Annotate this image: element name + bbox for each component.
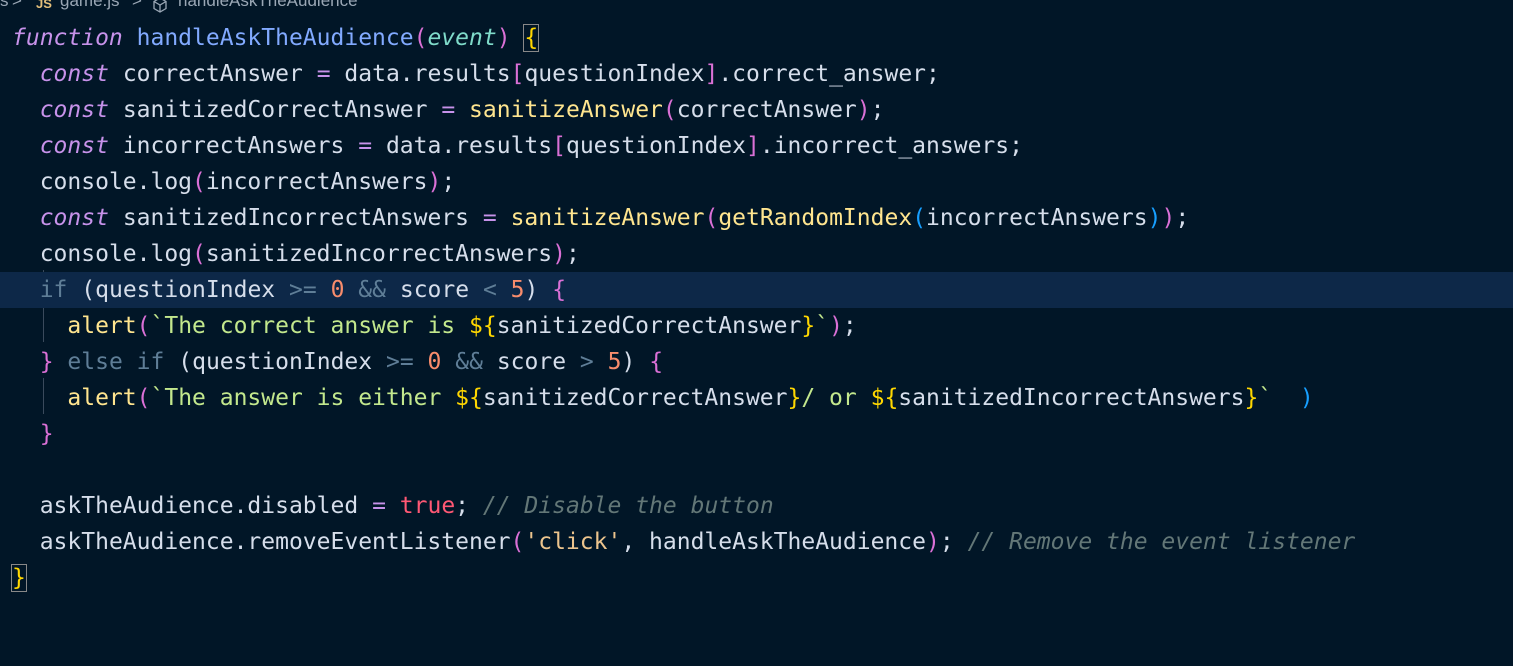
breadcrumb-folder[interactable]: s: [0, 0, 9, 9]
code-line-1[interactable]: function handleAskTheAudience(event) {: [0, 20, 1513, 56]
breadcrumb-symbol[interactable]: handleAskTheAudience: [178, 0, 358, 9]
code-line-15[interactable]: askTheAudience.removeEventListener('clic…: [0, 524, 1513, 560]
code-line-7[interactable]: console.log(sanitizedIncorrectAnswers);: [0, 236, 1513, 272]
matching-brace: {: [523, 24, 540, 52]
code-line-4[interactable]: const incorrectAnswers = data.results[qu…: [0, 128, 1513, 164]
breadcrumb: s > JS game.js > handleAskTheAudience: [0, 0, 1513, 14]
cube-symbol-icon: [152, 0, 168, 13]
code-editor[interactable]: function handleAskTheAudience(event) { c…: [0, 20, 1513, 666]
code-line-12[interactable]: }: [0, 416, 1513, 452]
code-line-10[interactable]: } else if (questionIndex >= 0 && score >…: [0, 344, 1513, 380]
code-line-6[interactable]: const sanitizedIncorrectAnswers = saniti…: [0, 200, 1513, 236]
code-line-3[interactable]: const sanitizedCorrectAnswer = sanitizeA…: [0, 92, 1513, 128]
breadcrumb-file[interactable]: game.js: [60, 0, 120, 9]
code-line-8-current[interactable]: if (questionIndex >= 0 && score < 5) {: [0, 272, 1513, 308]
matching-brace: }: [11, 564, 27, 592]
javascript-file-icon: JS: [36, 0, 52, 11]
code-line-13[interactable]: [0, 452, 1513, 488]
code-line-9[interactable]: alert(`The correct answer is ${sanitized…: [0, 308, 1513, 344]
code-line-14[interactable]: askTheAudience.disabled = true; // Disab…: [0, 488, 1513, 524]
code-line-16[interactable]: }: [0, 560, 1513, 596]
breadcrumb-separator: >: [12, 0, 22, 10]
code-line-2[interactable]: const correctAnswer = data.results[quest…: [0, 56, 1513, 92]
code-line-5[interactable]: console.log(incorrectAnswers);: [0, 164, 1513, 200]
breadcrumb-separator: >: [132, 0, 142, 10]
code-line-11[interactable]: alert(`The answer is either ${sanitizedC…: [0, 380, 1513, 416]
